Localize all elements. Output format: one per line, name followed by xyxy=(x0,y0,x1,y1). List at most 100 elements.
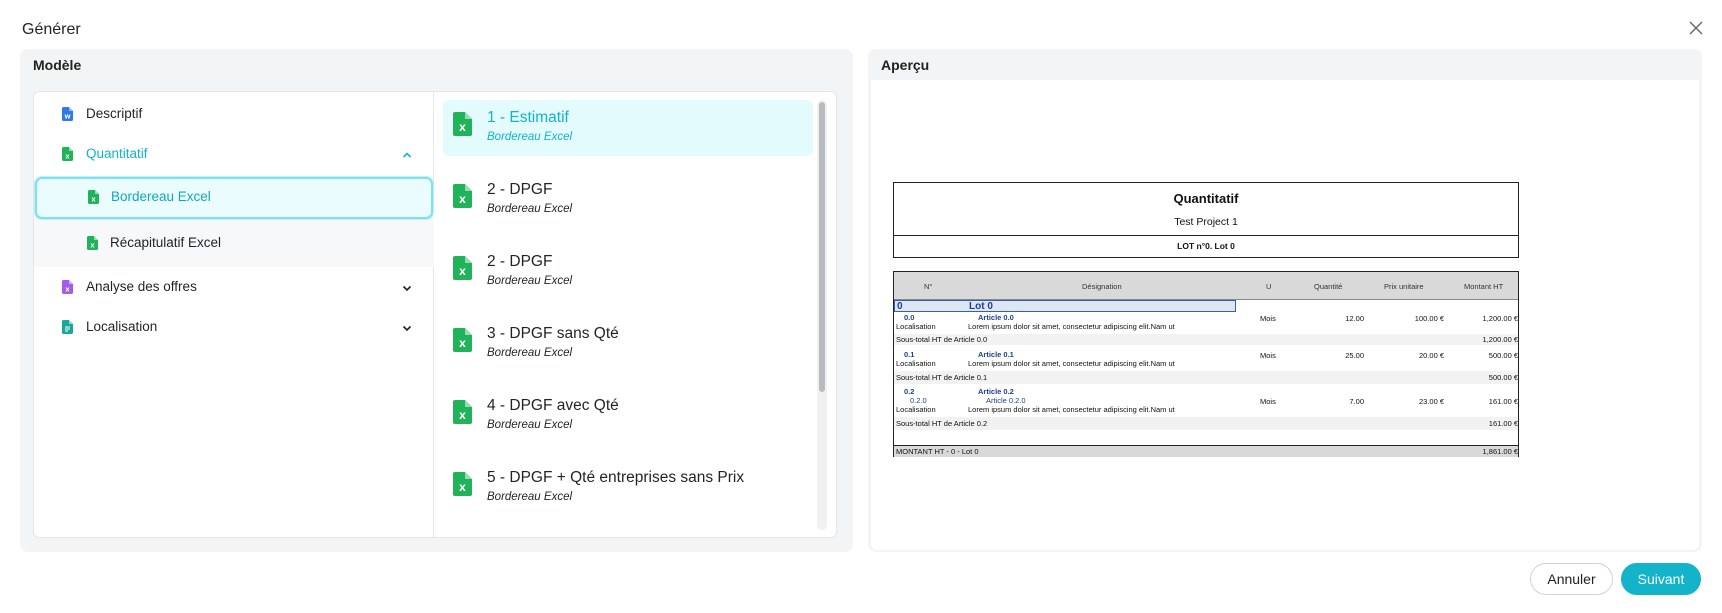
column-header: U xyxy=(1266,282,1272,291)
template-subtitle: Bordereau Excel xyxy=(487,203,573,215)
article-desc: Lorem ipsum dolor sit amet, consectetur … xyxy=(968,405,1175,414)
article-desc: Lorem ipsum dolor sit amet, consectetur … xyxy=(968,359,1175,368)
template-subtitle: Bordereau Excel xyxy=(487,419,573,431)
template-subtitle: Bordereau Excel xyxy=(487,347,573,359)
close-button[interactable] xyxy=(1684,16,1708,40)
model-panel-body: W Descriptif X Quantitatif X Bordereau E… xyxy=(33,91,837,538)
teal-file-icon xyxy=(62,320,73,337)
svg-text:W: W xyxy=(64,115,70,121)
template-item[interactable]: X 2 - DPGF Bordereau Excel xyxy=(443,244,813,300)
excel-file-icon: X xyxy=(88,190,99,207)
article-unit: Mois xyxy=(1260,314,1276,323)
tree-item-descriptif[interactable]: W Descriptif xyxy=(34,94,434,134)
template-item[interactable]: X 1 - Estimatif Bordereau Excel xyxy=(443,100,813,156)
sub-article-number: 0.2.0 xyxy=(910,396,927,405)
article-qty: 7.00 xyxy=(1349,397,1364,406)
article-amount: 1,200.00 € xyxy=(1482,314,1518,323)
table-header: N° Désignation U Quantité Prix unitaire … xyxy=(894,272,1518,300)
excel-file-icon: X xyxy=(453,184,472,213)
article-qty: 25.00 xyxy=(1345,351,1364,360)
scrollbar-thumb[interactable] xyxy=(819,102,825,392)
subtotal-amount: 500.00 € xyxy=(1488,373,1518,382)
template-list-scrollbar[interactable] xyxy=(817,100,827,530)
column-header: Désignation xyxy=(1082,282,1122,291)
lot-row: 0 Lot 0 xyxy=(894,300,1236,312)
column-header: Quantité xyxy=(1314,282,1343,291)
tree-item-label: Analyse des offres xyxy=(86,279,197,294)
column-header: Montant HT xyxy=(1464,282,1504,291)
subtotal-amount: 161.00 € xyxy=(1488,419,1518,428)
article-name: Article 0.0 xyxy=(978,313,1014,322)
template-subtitle: Bordereau Excel xyxy=(487,275,573,287)
excel-file-icon: X xyxy=(87,236,98,253)
subtotal-row: Sous-total HT de Article 0.2 161.00 € xyxy=(894,417,1518,430)
svg-text:X: X xyxy=(459,124,466,134)
tree-item-recapitulatif-excel[interactable]: X Récapitulatif Excel xyxy=(34,223,434,263)
sheet-lot: LOT n°0. Lot 0 xyxy=(1177,241,1235,251)
article-amount: 500.00 € xyxy=(1488,351,1518,360)
article-amount: 161.00 € xyxy=(1488,397,1518,406)
template-item[interactable]: X 5 - DPGF + Qté entreprises sans Prix B… xyxy=(443,460,813,516)
tree-item-bordereau-excel[interactable]: X Bordereau Excel xyxy=(35,177,433,219)
svg-text:X: X xyxy=(459,340,466,350)
sheet-title: Quantitatif xyxy=(1173,191,1239,206)
article-price: 100.00 € xyxy=(1414,314,1444,323)
tree-item-localisation[interactable]: Localisation xyxy=(34,307,434,347)
lot-label: Lot 0 xyxy=(969,301,993,312)
sheet-project: Test Project 1 xyxy=(1174,216,1238,228)
tree-item-quantitatif[interactable]: X Quantitatif xyxy=(34,134,434,174)
template-item[interactable]: X 2 - DPGF Bordereau Excel xyxy=(443,172,813,228)
template-item[interactable]: X 4 - DPGF avec Qté Bordereau Excel xyxy=(443,388,813,444)
article-price: 20.00 € xyxy=(1418,351,1444,360)
article-number: 0.0 xyxy=(904,313,915,322)
word-file-icon: W xyxy=(62,107,73,124)
excel-file-icon: X xyxy=(453,256,472,285)
model-panel: Modèle W Descriptif X Quantitatif X Bord… xyxy=(20,49,853,552)
column-header: N° xyxy=(924,282,933,291)
column-header: Prix unitaire xyxy=(1384,282,1424,291)
close-icon xyxy=(1689,21,1703,35)
template-list: X 1 - Estimatif Bordereau Excel X 2 - DP… xyxy=(435,92,837,537)
subtotal-amount: 1,200.00 € xyxy=(1482,335,1518,344)
article-loc-label: Localisation xyxy=(896,359,936,368)
tree-item-label: Récapitulatif Excel xyxy=(110,235,222,250)
preview-panel-body: Quantitatif Test Project 1 LOT n°0. Lot … xyxy=(871,80,1699,550)
purple-file-icon: X xyxy=(62,280,73,297)
sheet-header: Quantitatif Test Project 1 LOT n°0. Lot … xyxy=(893,182,1519,258)
tree-item-label: Quantitatif xyxy=(86,146,148,161)
article-unit: Mois xyxy=(1260,397,1276,406)
chevron-up-icon[interactable] xyxy=(402,148,412,163)
excel-file-icon: X xyxy=(453,400,472,429)
cancel-button[interactable]: Annuler xyxy=(1530,563,1613,595)
sheet-table: N° Désignation U Quantité Prix unitaire … xyxy=(893,271,1519,457)
article-loc-label: Localisation xyxy=(896,322,936,331)
template-item[interactable]: X 3 - DPGF sans Qté Bordereau Excel xyxy=(443,316,813,372)
article-name: Article 0.2 xyxy=(978,387,1014,396)
total-label: MONTANT HT - 0 - Lot 0 xyxy=(896,447,979,456)
tree-item-analyse-des-offres[interactable]: X Analyse des offres xyxy=(34,267,434,307)
excel-file-icon: X xyxy=(453,328,472,357)
template-title: 1 - Estimatif xyxy=(487,109,569,126)
dialog-title: Générer xyxy=(22,21,81,38)
chevron-down-icon[interactable] xyxy=(402,281,412,296)
svg-text:X: X xyxy=(459,484,466,494)
preview-panel: Aperçu Quantitatif Test Project 1 LOT n°… xyxy=(868,49,1702,552)
article-desc: Lorem ipsum dolor sit amet, consectetur … xyxy=(968,322,1175,331)
next-button[interactable]: Suivant xyxy=(1621,563,1701,595)
sub-article-name: Article 0.2.0 xyxy=(986,396,1026,405)
template-title: 3 - DPGF sans Qté xyxy=(487,325,619,342)
article-unit: Mois xyxy=(1260,351,1276,360)
subtotal-row: Sous-total HT de Article 0.1 500.00 € xyxy=(894,371,1518,384)
chevron-down-icon[interactable] xyxy=(402,321,412,336)
template-subtitle: Bordereau Excel xyxy=(487,131,573,143)
model-panel-header: Modèle xyxy=(33,57,82,73)
subtotal-label: Sous-total HT de Article 0.1 xyxy=(896,373,988,382)
template-category-tree: W Descriptif X Quantitatif X Bordereau E… xyxy=(34,92,434,537)
article-qty: 12.00 xyxy=(1345,314,1364,323)
subtotal-row: Sous-total HT de Article 0.0 1,200.00 € xyxy=(894,334,1518,345)
svg-text:X: X xyxy=(459,196,466,206)
svg-text:X: X xyxy=(459,412,466,422)
excel-file-icon: X xyxy=(453,472,472,501)
article-loc-label: Localisation xyxy=(896,405,936,414)
lot-number: 0 xyxy=(897,301,903,312)
